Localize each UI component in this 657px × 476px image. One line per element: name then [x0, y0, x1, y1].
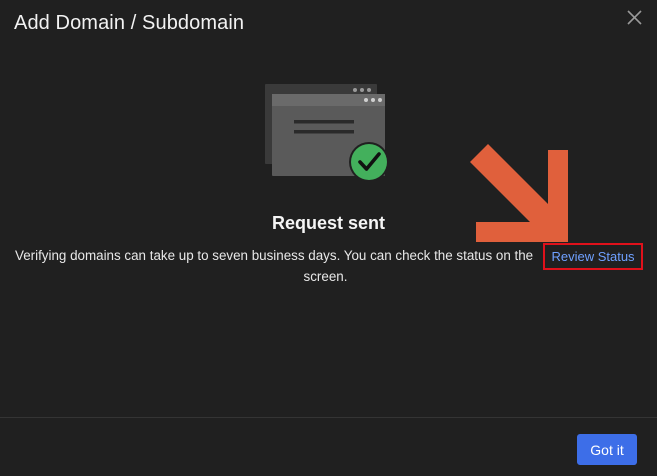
pointer-arrow-icon	[470, 144, 570, 244]
dialog-title: Add Domain / Subdomain	[14, 12, 245, 34]
add-domain-dialog: Add Domain / Subdomain Request sent Veri…	[0, 0, 657, 476]
close-icon[interactable]	[624, 6, 646, 28]
status-message: Verifying domains can take up to seven b…	[15, 248, 534, 263]
got-it-button[interactable]: Got it	[577, 434, 637, 465]
browser-window-check-icon	[262, 82, 392, 186]
review-status-link[interactable]: Review Status	[543, 243, 643, 270]
status-message-continued: screen.	[303, 269, 348, 284]
footer-divider	[0, 417, 657, 418]
review-status-link-label: Review Status	[551, 249, 635, 264]
